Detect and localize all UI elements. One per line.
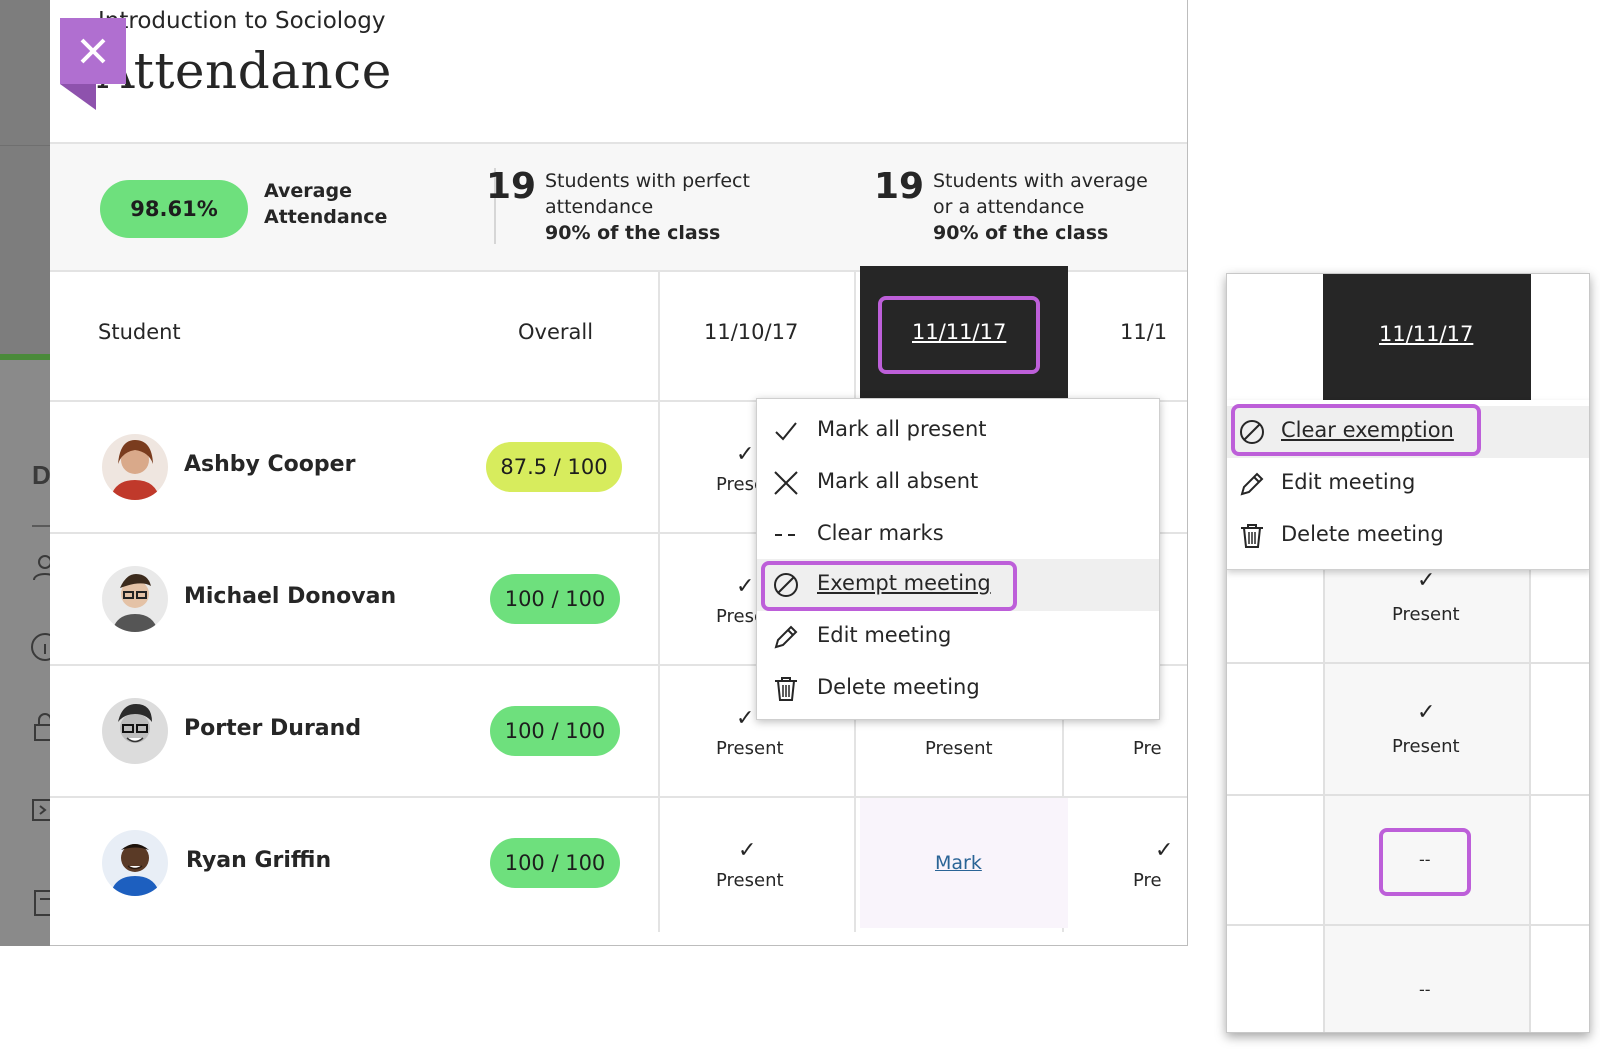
attendance-status[interactable]: -- bbox=[1419, 980, 1431, 999]
close-icon bbox=[80, 38, 106, 64]
menu-item-label: Edit meeting bbox=[817, 623, 952, 647]
menu-item-delete-meeting[interactable]: Delete meeting bbox=[1227, 510, 1589, 562]
person-icon bbox=[33, 555, 52, 581]
attendance-status[interactable]: Pre bbox=[1133, 738, 1162, 759]
attendance-summary: 98.61% Average Attendance 19 Students wi… bbox=[50, 142, 1187, 272]
course-name: Introduction to Sociology bbox=[98, 8, 386, 34]
column-header-overall[interactable]: Overall bbox=[518, 320, 593, 344]
attendance-panel: Introduction to Sociology Attendance 98.… bbox=[50, 0, 1188, 946]
avatar bbox=[102, 434, 168, 500]
attendance-status[interactable]: Pre bbox=[1133, 870, 1162, 891]
table-header-row: Student Overall 11/10/17 11/11/17 11/1 bbox=[50, 266, 1187, 402]
average-attendance-badge: 98.61% bbox=[100, 180, 248, 238]
dash-icon bbox=[775, 534, 795, 536]
background-header bbox=[0, 0, 52, 360]
menu-item-mark-all-absent[interactable]: Mark all absent bbox=[757, 457, 1159, 509]
above-average-count: 19 bbox=[874, 166, 925, 207]
background-sidebar: D bbox=[0, 0, 52, 946]
student-name[interactable]: Ashby Cooper bbox=[184, 452, 355, 477]
menu-item-label: Mark all absent bbox=[817, 469, 979, 493]
screen-icon bbox=[32, 799, 52, 821]
page-title: Attendance bbox=[98, 42, 392, 100]
menu-item-clear-exemption[interactable]: Clear exemption bbox=[1227, 406, 1589, 458]
check-icon: ✓ bbox=[736, 706, 755, 731]
attendance-status[interactable]: -- bbox=[1419, 850, 1431, 869]
prohibited-icon bbox=[774, 573, 798, 597]
column-actions-menu: Mark all present Mark all absent Clear m… bbox=[756, 398, 1160, 720]
column-header-date[interactable]: 11/10/17 bbox=[704, 320, 798, 344]
background-letter: D bbox=[32, 460, 51, 490]
avatar bbox=[102, 830, 168, 896]
table-row: Ryan Griffin 100 / 100 ✓ Present Mark ✓ … bbox=[50, 798, 1187, 930]
menu-item-label: Edit meeting bbox=[1281, 470, 1416, 494]
menu-item-label: Exempt meeting bbox=[817, 571, 991, 595]
menu-item-label: Delete meeting bbox=[1281, 522, 1444, 546]
attendance-status[interactable]: Present bbox=[925, 738, 993, 759]
prohibited-icon bbox=[1240, 420, 1264, 444]
check-icon: ✓ bbox=[736, 574, 755, 599]
attendance-status[interactable]: Present bbox=[1392, 736, 1460, 757]
background-divider bbox=[0, 145, 52, 146]
grade-badge[interactable]: 100 / 100 bbox=[490, 706, 620, 756]
avatar bbox=[102, 698, 168, 764]
above-average-info: Students with average or a attendance 90… bbox=[933, 168, 1187, 246]
menu-item-label: Clear marks bbox=[817, 521, 944, 545]
menu-item-edit-meeting[interactable]: Edit meeting bbox=[757, 611, 1159, 663]
zoom-column-header-date[interactable]: 11/11/17 bbox=[1379, 322, 1473, 346]
attendance-status[interactable]: Present bbox=[1392, 604, 1460, 625]
check-icon: ✓ bbox=[1417, 700, 1436, 725]
grade-badge[interactable]: 100 / 100 bbox=[490, 574, 620, 624]
menu-item-label: Delete meeting bbox=[817, 675, 980, 699]
row-divider bbox=[1227, 924, 1589, 926]
menu-item-label: Clear exemption bbox=[1281, 418, 1454, 442]
column-header-student[interactable]: Student bbox=[98, 320, 181, 344]
info-icon bbox=[31, 633, 52, 661]
average-attendance-label: Average Attendance bbox=[264, 180, 388, 228]
check-icon: ✓ bbox=[1417, 568, 1436, 593]
perfect-attendance-count: 19 bbox=[486, 166, 537, 207]
perfect-attendance-share: 90% of the class bbox=[545, 222, 721, 244]
column-header-date[interactable]: 11/1 bbox=[1120, 320, 1167, 344]
check-icon bbox=[775, 422, 797, 441]
row-divider bbox=[1227, 794, 1589, 796]
zoom-actions-menu: Clear exemption Edit meeting Delete meet… bbox=[1227, 400, 1589, 570]
menu-item-exempt-meeting[interactable]: Exempt meeting bbox=[757, 559, 1159, 611]
background-rule bbox=[32, 525, 52, 527]
perfect-attendance-info: Students with perfect attendance 90% of … bbox=[545, 168, 805, 246]
menu-item-label: Mark all present bbox=[817, 417, 987, 441]
menu-item-clear-marks[interactable]: Clear marks bbox=[757, 509, 1159, 561]
pencil-icon bbox=[1240, 472, 1264, 496]
menu-item-edit-meeting[interactable]: Edit meeting bbox=[1227, 458, 1589, 510]
menu-item-mark-all-present[interactable]: Mark all present bbox=[757, 405, 1159, 457]
check-icon: ✓ bbox=[738, 838, 757, 863]
attendance-status[interactable]: Present bbox=[716, 870, 784, 891]
trash-icon bbox=[1241, 524, 1263, 548]
x-icon bbox=[774, 471, 798, 495]
column-header-date-active[interactable]: 11/11/17 bbox=[912, 320, 1006, 344]
check-icon: ✓ bbox=[1155, 838, 1174, 863]
lock-icon bbox=[34, 713, 52, 741]
zoom-column-background bbox=[1323, 566, 1531, 1032]
trash-icon bbox=[775, 677, 797, 701]
clipboard-icon bbox=[34, 890, 52, 916]
zoomed-column-detail: 11/11/17 Clear exemption Edit meeting De… bbox=[1226, 273, 1590, 1033]
row-divider bbox=[1227, 662, 1589, 664]
avatar bbox=[102, 566, 168, 632]
grade-badge[interactable]: 100 / 100 bbox=[490, 838, 620, 888]
student-name[interactable]: Michael Donovan bbox=[184, 584, 396, 609]
grade-badge[interactable]: 87.5 / 100 bbox=[486, 442, 622, 492]
check-icon: ✓ bbox=[736, 442, 755, 467]
student-name[interactable]: Ryan Griffin bbox=[186, 848, 331, 873]
pencil-icon bbox=[774, 625, 798, 649]
attendance-status[interactable]: Present bbox=[716, 738, 784, 759]
menu-item-delete-meeting[interactable]: Delete meeting bbox=[757, 663, 1159, 715]
above-average-text: Students with average or a attendance bbox=[933, 170, 1148, 218]
student-name[interactable]: Porter Durand bbox=[184, 716, 361, 741]
above-average-share: 90% of the class bbox=[933, 222, 1109, 244]
close-button[interactable] bbox=[60, 18, 126, 84]
mark-link[interactable]: Mark bbox=[935, 852, 982, 874]
perfect-attendance-text: Students with perfect attendance bbox=[545, 170, 750, 218]
close-button-tab bbox=[60, 84, 96, 110]
